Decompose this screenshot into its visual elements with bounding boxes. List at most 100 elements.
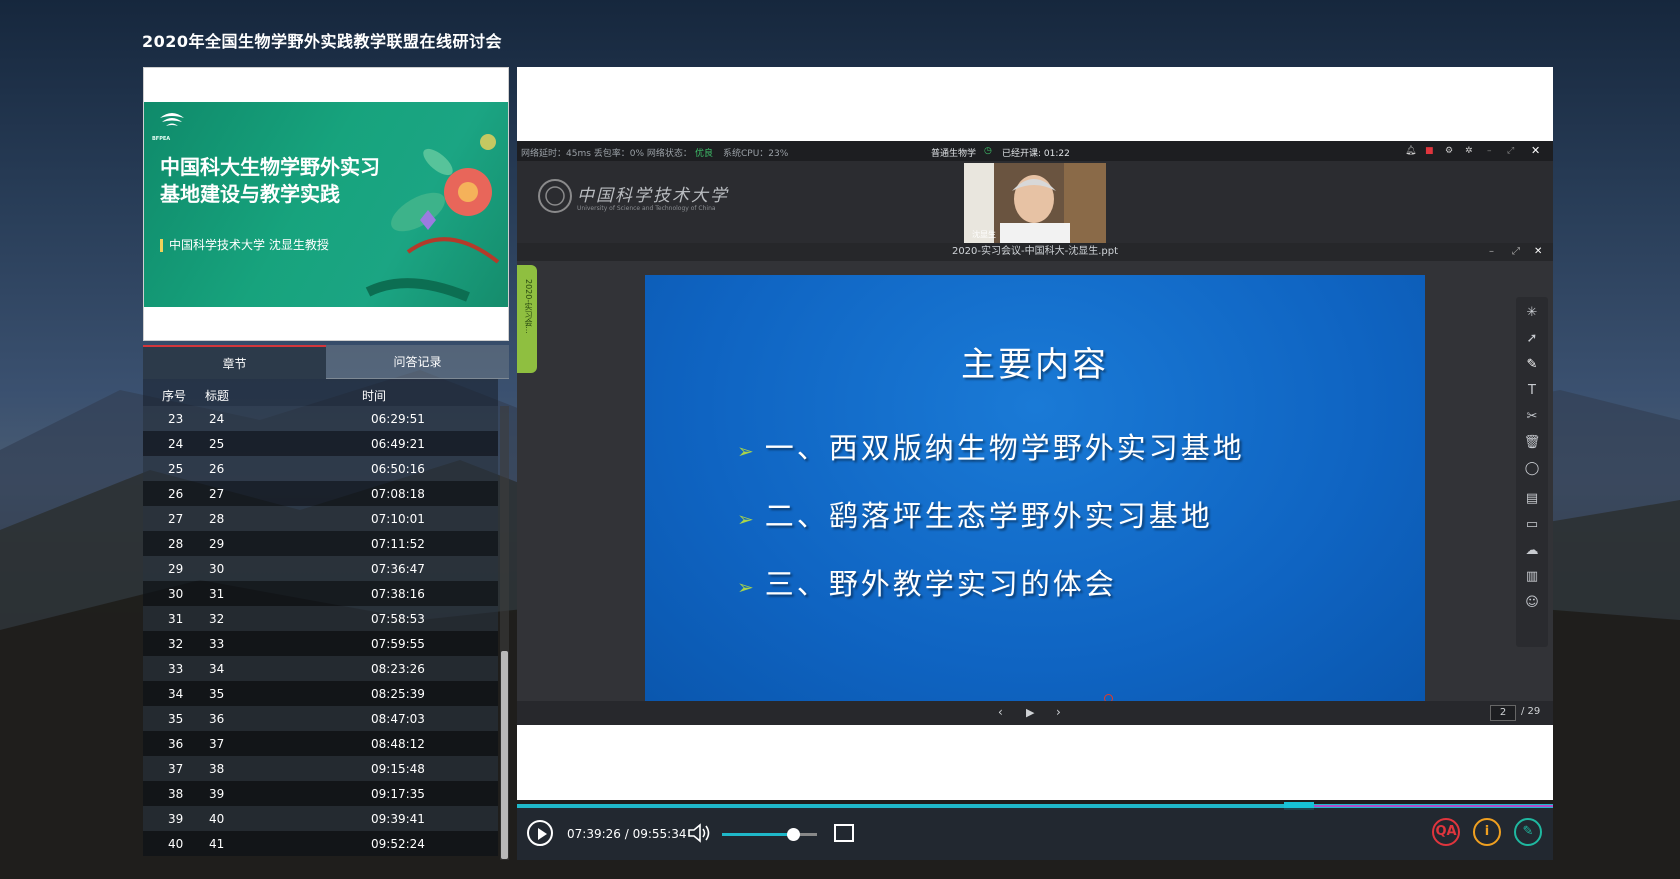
qa-button[interactable]: QA (1432, 818, 1460, 846)
bullet-arrow-icon: ➢ (737, 507, 757, 531)
row-index: 35 (168, 712, 184, 726)
toolbox-icon[interactable]: ▥ (1522, 567, 1542, 587)
table-row[interactable]: 25 26 06:50:16 (143, 456, 498, 481)
record-icon[interactable]: ■ (1425, 146, 1434, 156)
course-cover: BFPEA 中国科大生物学野外实习 基地建设与教学实践 中国科学技术大学 沈显生… (143, 67, 509, 341)
table-row[interactable]: 38 39 09:17:35 (143, 781, 498, 806)
table-row[interactable]: 30 31 07:38:16 (143, 581, 498, 606)
row-index: 32 (168, 637, 184, 651)
tab-qa-records[interactable]: 问答记录 (326, 345, 509, 379)
network-quality: 优良 (695, 149, 714, 159)
row-title: 26 (209, 462, 225, 476)
table-row[interactable]: 37 38 09:15:48 (143, 756, 498, 781)
pin-icon[interactable]: ✲ (1465, 146, 1473, 156)
ppt-minimize-icon[interactable]: – (1489, 243, 1494, 261)
row-title: 32 (209, 612, 225, 626)
prev-slide-icon[interactable]: ‹ (998, 705, 1003, 719)
row-index: 34 (168, 687, 184, 701)
header-index: 序号 (162, 389, 187, 403)
edit-pencil-icon[interactable]: ✎ (1514, 818, 1542, 846)
webcam-feed: 沈显生 (964, 163, 1106, 243)
meeting-screen: 网络延时：45ms 丢包率：0% 网络状态： 优良 系统CPU：23% 普通生物… (517, 141, 1553, 725)
bullet-arrow-icon: ➢ (737, 575, 757, 599)
bell-icon[interactable]: 🔔︎ (1405, 146, 1416, 156)
row-time: 06:50:16 (371, 462, 425, 476)
row-time: 08:25:39 (371, 687, 425, 701)
row-title: 29 (209, 537, 225, 551)
volume-slider[interactable] (722, 828, 817, 841)
annotation-toolbar: ✳ ➚ ✎ T ✂ 🗑︎ ◯ ▤ ▭ ☁ ▥ ☺ (1516, 297, 1548, 647)
volume-icon[interactable] (687, 822, 713, 844)
select-arrow-icon[interactable]: ➚ (1522, 329, 1542, 349)
table-row[interactable]: 26 27 07:08:18 (143, 481, 498, 506)
flower-decoration-icon (365, 134, 500, 302)
row-time: 08:48:12 (371, 737, 425, 751)
pen-icon[interactable]: ✎ (1522, 355, 1542, 375)
left-panel: BFPEA 中国科大生物学野外实习 基地建设与教学实践 中国科学技术大学 沈显生… (143, 67, 509, 860)
table-row[interactable]: 24 25 06:49:21 (143, 431, 498, 456)
table-row[interactable]: 34 35 08:25:39 (143, 681, 498, 706)
play-button[interactable] (527, 820, 553, 846)
clock-icon: ◷ (984, 146, 992, 156)
close-icon[interactable]: ✕ (1531, 144, 1540, 157)
comment-icon[interactable]: ▭ (1522, 515, 1542, 535)
table-row[interactable]: 40 41 09:52:24 (143, 831, 498, 856)
row-time: 09:52:24 (371, 837, 425, 851)
table-row[interactable]: 32 33 07:59:55 (143, 631, 498, 656)
row-index: 29 (168, 562, 184, 576)
side-tab-label: 2020-实习会... (524, 279, 533, 334)
slide-bullet-text: 三、野外教学实习的体会 (764, 567, 1117, 601)
table-row[interactable]: 29 30 07:36:47 (143, 556, 498, 581)
play-slide-icon[interactable]: ▶ (1026, 706, 1034, 719)
document-side-tab[interactable]: 2020-实习会... (517, 265, 537, 373)
page-title: 2020年全国生物学野外实践教学联盟在线研讨会 (142, 32, 503, 51)
info-button[interactable]: i (1473, 818, 1501, 846)
slide-bullet-text: 二、鹞落坪生态学野外实习基地 (764, 499, 1213, 533)
shapes-icon[interactable]: ◯ (1522, 459, 1542, 479)
course-name: 普通生物学 (931, 149, 977, 159)
playback-buffer-bar (1314, 805, 1553, 807)
video-player: 网络延时：45ms 丢包率：0% 网络状态： 优良 系统CPU：23% 普通生物… (517, 67, 1553, 860)
volume-knob[interactable] (787, 828, 801, 841)
row-title: 39 (209, 787, 225, 801)
table-row[interactable]: 36 37 08:48:12 (143, 731, 498, 756)
fullscreen-icon[interactable] (834, 824, 854, 842)
list-scrollbar[interactable] (500, 406, 509, 860)
gear-icon[interactable]: ⚙ (1445, 146, 1453, 156)
slide-bullet-3: ➢ 三、野外教学实习的体会 (737, 561, 1117, 603)
row-index: 37 (168, 762, 184, 776)
ppt-restore-icon[interactable]: ⤢ (1512, 243, 1520, 261)
minimize-icon[interactable]: – (1487, 146, 1492, 156)
table-row[interactable]: 23 24 06:29:51 (143, 406, 498, 431)
scissors-icon[interactable]: ✂ (1522, 407, 1542, 427)
trash-icon[interactable]: 🗑︎ (1522, 433, 1542, 453)
slide-page-total: / 29 (1521, 706, 1541, 717)
tab-chapters[interactable]: 章节 (143, 345, 326, 379)
row-title: 25 (209, 437, 225, 451)
ustc-english-name: University of Science and Technology of … (577, 205, 716, 212)
table-row[interactable]: 33 34 08:23:26 (143, 656, 498, 681)
next-slide-icon[interactable]: › (1056, 705, 1061, 719)
users-icon[interactable]: ☺ (1522, 593, 1542, 613)
text-tool-icon[interactable]: T (1522, 381, 1542, 401)
list-scrollbar-thumb[interactable] (501, 651, 508, 859)
ppt-close-icon[interactable]: ✕ (1534, 243, 1542, 261)
slide-bullet-2: ➢ 二、鹞落坪生态学野外实习基地 (737, 493, 1213, 535)
chapter-list: 23 24 06:29:51 24 25 06:49:21 25 26 06:50:16 26 27… (143, 406, 498, 860)
table-row[interactable]: 35 36 08:47:03 (143, 706, 498, 731)
cloud-icon[interactable]: ☁ (1522, 541, 1542, 561)
laser-pointer-icon[interactable]: ✳ (1522, 303, 1542, 323)
row-title: 31 (209, 587, 225, 601)
table-row[interactable]: 31 32 07:58:53 (143, 606, 498, 631)
slide-title: 主要内容 (961, 345, 1109, 385)
table-row[interactable]: 27 28 07:10:01 (143, 506, 498, 531)
ppt-titlebar: 2020-实习会议-中国科大-沈显生.ppt – ⤢ ✕ (517, 243, 1553, 261)
whiteboard-icon[interactable]: ▤ (1522, 489, 1542, 509)
table-row[interactable]: 39 40 09:39:41 (143, 806, 498, 831)
row-title: 34 (209, 662, 225, 676)
maximize-icon[interactable]: ⤢ (1507, 146, 1514, 156)
slide-page-input[interactable]: 2 (1490, 705, 1516, 721)
table-row[interactable]: 28 29 07:11:52 (143, 531, 498, 556)
slide-bullet-1: ➢ 一、西双版纳生物学野外实习基地 (737, 425, 1245, 467)
table-header: 序号 标题 时间 (143, 379, 498, 406)
